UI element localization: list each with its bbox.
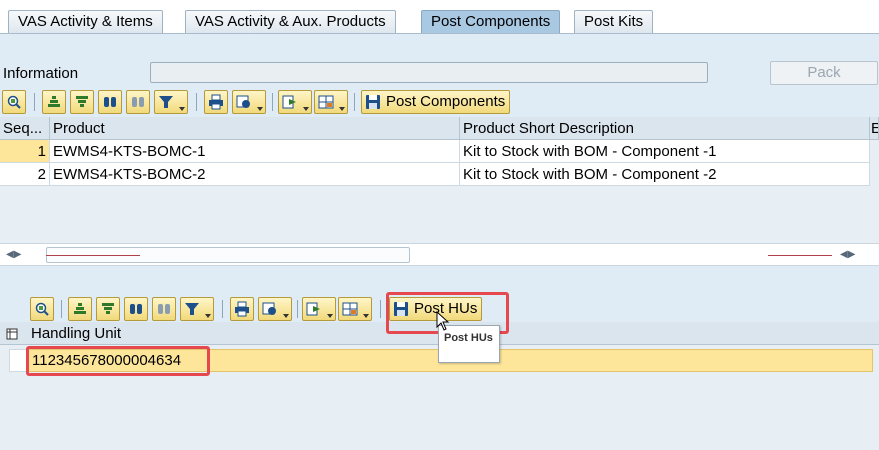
column-settings-icon[interactable] <box>6 327 20 341</box>
views-icon <box>236 95 250 108</box>
column-header-product[interactable]: Product <box>50 117 460 140</box>
scroll-track-marker <box>46 255 140 256</box>
find-next-button[interactable] <box>152 297 176 321</box>
table-row-1-product[interactable]: EWMS4-KTS-BOMC-1 <box>50 140 460 163</box>
filter-button[interactable] <box>154 90 188 114</box>
scroll-right-icon[interactable]: ◀▶ <box>840 249 855 260</box>
chevron-down-icon <box>303 107 309 111</box>
find-next-icon <box>132 97 144 107</box>
chevron-down-icon <box>179 107 185 111</box>
tab-post-kits[interactable]: Post Kits <box>574 10 654 34</box>
table-row-2-description[interactable]: Kit to Stock with BOM - Component -2 <box>460 163 870 186</box>
toolbar-separator <box>222 300 223 318</box>
find-icon <box>130 304 142 314</box>
scroll-left-icon[interactable]: ◀▶ <box>6 249 21 260</box>
export-icon <box>306 302 320 316</box>
print-icon <box>209 94 223 110</box>
layout-icon <box>342 302 358 316</box>
sort-descending-icon <box>102 303 114 314</box>
column-header-extra[interactable]: E <box>870 117 879 140</box>
print-icon <box>235 301 249 317</box>
tab-vas-activity-items[interactable]: VAS Activity & Items <box>8 10 163 34</box>
find-icon <box>104 97 116 107</box>
details-icon <box>35 302 49 316</box>
layout-icon <box>318 95 334 109</box>
column-header-product-short-description[interactable]: Product Short Description <box>460 117 870 140</box>
layout-button[interactable] <box>338 297 372 321</box>
layout-button[interactable] <box>314 90 348 114</box>
chevron-down-icon <box>327 314 333 318</box>
sort-descending-icon <box>76 96 88 107</box>
sort-descending-button[interactable] <box>70 90 94 114</box>
column-header-sequence[interactable]: Seq... <box>0 117 50 140</box>
tab-bar: VAS Activity & Items VAS Activity & Aux.… <box>0 0 879 34</box>
export-icon <box>282 95 296 109</box>
highlight-handling-unit <box>26 346 210 376</box>
sort-ascending-icon <box>74 303 86 314</box>
components-table: Seq... Product Product Short Description… <box>0 117 879 243</box>
mouse-cursor-icon <box>436 311 450 331</box>
tab-post-components[interactable]: Post Components <box>421 10 561 34</box>
horizontal-scrollbar[interactable]: ◀▶ ◀▶ <box>0 243 879 266</box>
toolbar-separator <box>297 300 298 318</box>
toolbar-separator <box>272 93 273 111</box>
toolbar-separator <box>196 93 197 111</box>
table-row-1-description[interactable]: Kit to Stock with BOM - Component -1 <box>460 140 870 163</box>
tab-vas-activity-aux-products[interactable]: VAS Activity & Aux. Products <box>185 10 396 34</box>
details-button[interactable] <box>30 297 54 321</box>
toolbar-separator <box>354 93 355 111</box>
details-icon <box>7 95 21 109</box>
table-row-2-product[interactable]: EWMS4-KTS-BOMC-2 <box>50 163 460 186</box>
export-button[interactable] <box>302 297 336 321</box>
find-next-button[interactable] <box>126 90 150 114</box>
chevron-down-icon <box>339 107 345 111</box>
sort-ascending-icon <box>48 96 60 107</box>
sort-descending-button[interactable] <box>96 297 120 321</box>
views-button[interactable] <box>232 90 266 114</box>
chevron-down-icon <box>283 314 289 318</box>
views-button[interactable] <box>258 297 292 321</box>
details-button[interactable] <box>2 90 26 114</box>
chevron-down-icon <box>257 107 263 111</box>
find-button[interactable] <box>124 297 148 321</box>
filter-button[interactable] <box>180 297 214 321</box>
toolbar-separator <box>34 93 35 111</box>
table-row-1-sequence[interactable]: 1 <box>0 140 50 163</box>
components-toolbar: Post Components <box>2 90 522 116</box>
export-button[interactable] <box>278 90 312 114</box>
print-button[interactable] <box>230 297 254 321</box>
sort-ascending-button[interactable] <box>42 90 66 114</box>
information-field[interactable] <box>150 62 708 83</box>
information-label: Information <box>3 65 79 82</box>
scroll-track-marker <box>768 255 832 256</box>
pack-button[interactable]: Pack <box>770 61 878 85</box>
print-button[interactable] <box>204 90 228 114</box>
post-components-button[interactable]: Post Components <box>361 90 511 114</box>
save-icon <box>366 95 380 109</box>
views-icon <box>262 302 276 315</box>
tab-bar-divider <box>0 33 879 34</box>
table-row-2-sequence[interactable]: 2 <box>0 163 50 186</box>
filter-icon <box>159 96 173 108</box>
toolbar-separator <box>61 300 62 318</box>
toolbar-separator <box>380 300 381 318</box>
chevron-down-icon <box>363 314 369 318</box>
chevron-down-icon <box>205 314 211 318</box>
filter-icon <box>185 303 199 315</box>
find-button[interactable] <box>98 90 122 114</box>
find-next-icon <box>158 304 170 314</box>
sort-ascending-button[interactable] <box>68 297 92 321</box>
post-components-label: Post Components <box>386 93 506 110</box>
